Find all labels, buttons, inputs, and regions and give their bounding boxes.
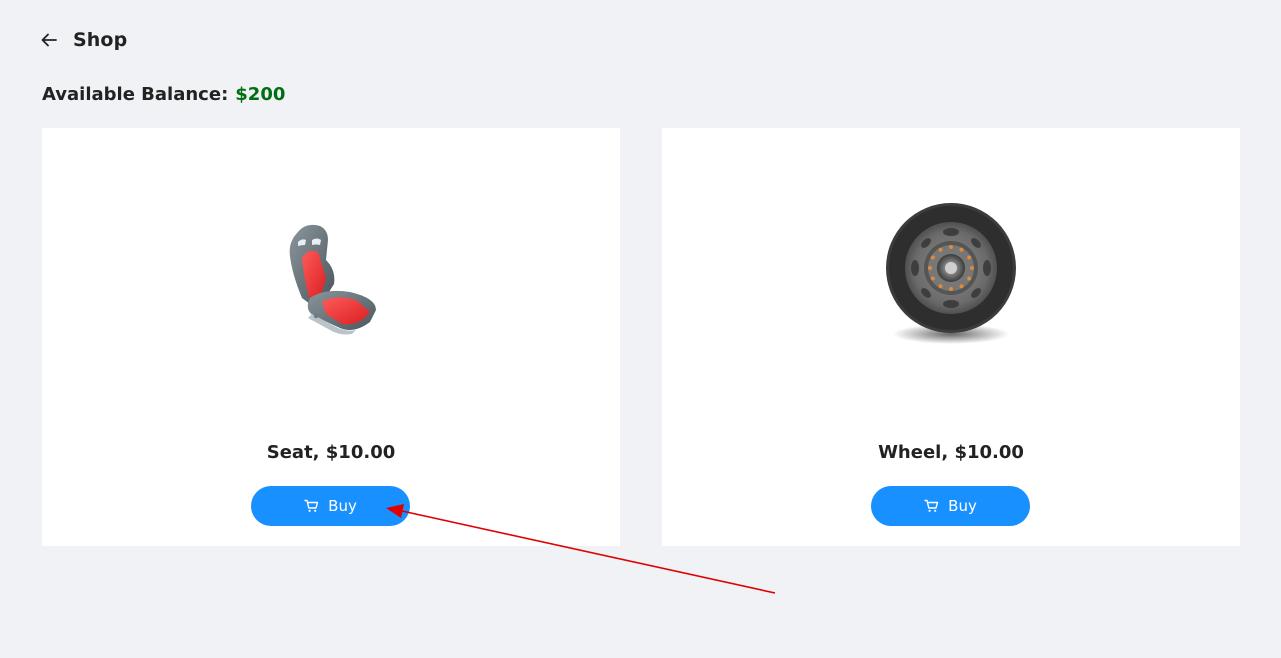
buy-button-label: Buy: [328, 497, 357, 515]
product-image: [42, 128, 620, 428]
product-image: [662, 128, 1240, 428]
balance-separator: :: [221, 84, 229, 105]
shopping-cart-icon: [924, 499, 939, 513]
shop-page: Shop Available Balance : $200 Seat, $10.…: [0, 0, 1281, 658]
buy-button-wheel[interactable]: Buy: [871, 486, 1030, 526]
balance-label: Available Balance: [42, 84, 222, 105]
car-seat-image: [289, 224, 376, 335]
back-button[interactable]: [38, 29, 60, 51]
buy-button-label: Buy: [948, 497, 977, 515]
product-name: Wheel, $10.00: [878, 442, 1024, 463]
balance-value: $200: [235, 84, 286, 105]
arrow-left-icon: [41, 33, 57, 47]
wheel-image: [886, 203, 1016, 344]
page-title: Shop: [73, 29, 128, 51]
product-card-seat: Seat, $10.00 Buy: [42, 128, 620, 546]
buy-button-seat[interactable]: Buy: [251, 486, 410, 526]
product-name: Seat, $10.00: [266, 442, 396, 463]
product-card-wheel: Wheel, $10.00 Buy: [662, 128, 1240, 546]
balance-display: Available Balance : $200: [42, 84, 285, 105]
page-header: Shop: [38, 26, 127, 54]
shopping-cart-icon: [304, 499, 319, 513]
